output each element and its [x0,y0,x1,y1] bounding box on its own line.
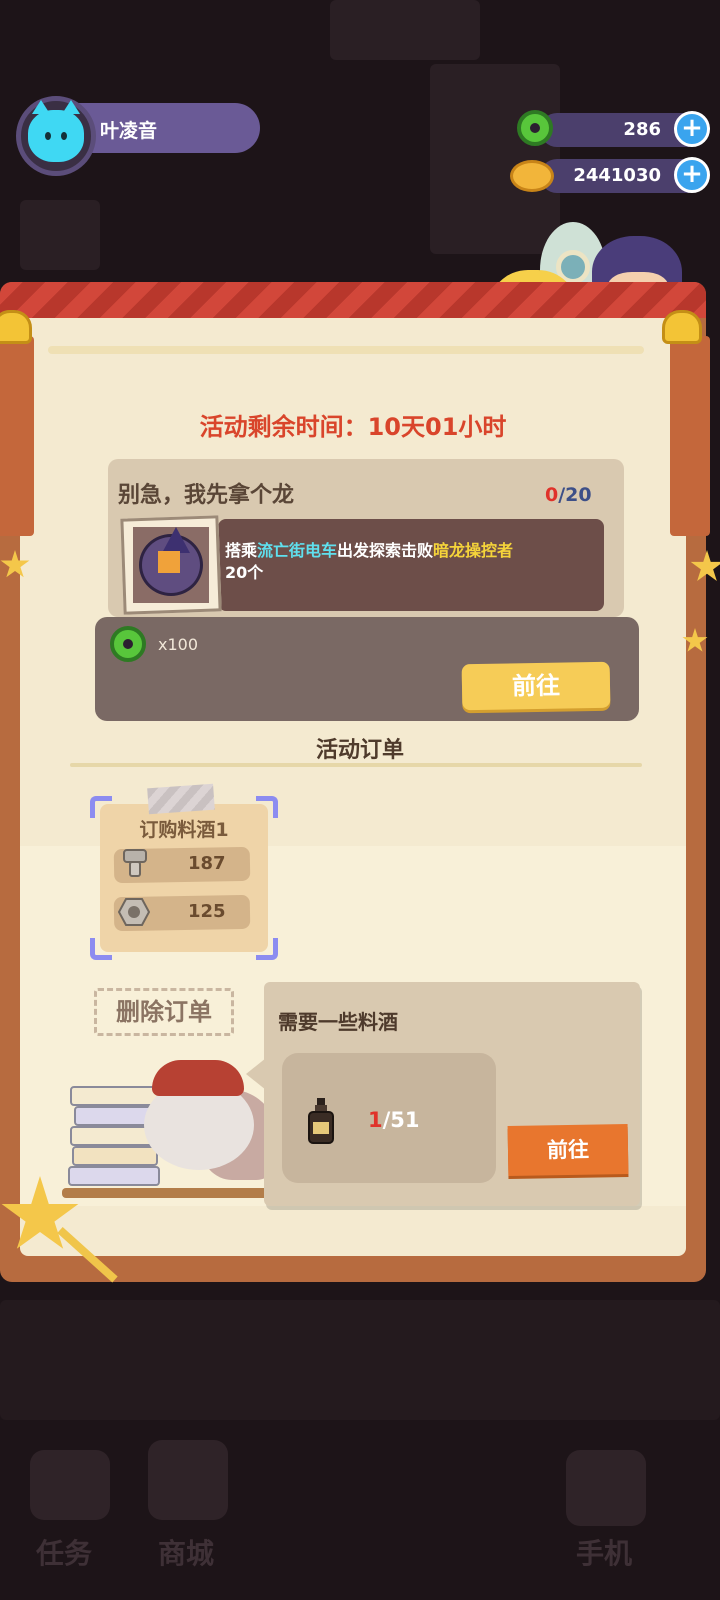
left-bell-icon [0,310,32,344]
order-row-value: 125 [188,901,226,922]
orders-section-title: 活动订单 [315,738,404,763]
task-title: 别急，我先拿个龙 [118,483,295,508]
nut-icon [118,898,150,926]
task-icon [30,1450,110,1520]
background-building [330,0,480,60]
donut-currency-icon [517,110,553,146]
add-donut-button[interactable]: + [674,111,710,147]
donut-amount: 286 [623,119,661,140]
task-progress-total: /20 [558,484,592,506]
coin-amount: 2441030 [573,165,661,186]
order-title: 订购料酒1 [139,819,229,841]
task-description: 搭乘流亡街电车出发探索击败暗龙操控者 20个 [225,540,601,584]
bolt-icon [123,849,147,877]
reward-quantity: x100 [158,635,199,654]
tooltip-item-progress: 1/51 [368,1108,420,1132]
dark-dragon-ghost-icon [139,527,203,596]
selection-corner [256,938,278,960]
task-desc-middle: 出发探索击败 [337,541,434,560]
task-desc-suffix: 20个 [225,563,264,582]
task-desc-enemy: 暗龙操控者 [433,541,514,560]
add-coin-button[interactable]: + [674,157,710,193]
phone-icon [566,1450,646,1526]
order-row-value: 187 [188,853,226,874]
nav-item-tasks[interactable]: 任务 [36,1532,92,1572]
task-desc-prefix: 搭乘 [225,541,258,560]
donut-reward-icon [110,626,146,662]
tooltip-title: 需要一些料酒 [278,1010,398,1034]
background-building [0,1300,720,1420]
tooltip-progress-total: /51 [382,1108,420,1132]
book-stack-icon [72,1146,158,1166]
task-progress-current: 0 [545,484,559,506]
tooltip-goto-button[interactable]: 前往 [507,1123,629,1177]
selection-corner [90,938,112,960]
beret-icon [152,1060,244,1096]
panel-awning [0,282,706,318]
book-stack-icon [70,1086,162,1106]
event-timer: 活动剩余时间：10天01小时 [199,413,507,441]
book-stack-icon [68,1166,160,1186]
delete-order-button[interactable]: 删除订单 [94,988,234,1036]
background-building [430,64,560,254]
panel-top-rule [48,346,644,354]
tooltip-arrow [246,1058,266,1090]
task-desc-place: 流亡街电车 [257,541,338,560]
task-goto-button[interactable]: 前往 [461,661,611,711]
nav-item-shop[interactable]: 商城 [158,1532,214,1572]
section-divider [70,763,642,767]
tooltip-progress-current: 1 [368,1108,383,1132]
background-building [20,200,100,270]
nav-item-phone[interactable]: 手机 [576,1532,632,1572]
shop-icon [148,1440,228,1520]
task-progress: 0/20 [545,484,592,506]
player-avatar-icon [28,100,84,162]
tape-icon [147,783,215,815]
cooking-wine-bottle-icon [308,1098,334,1144]
planet-coin-icon [510,160,554,192]
player-name: 叶凌音 [100,120,158,142]
right-bell-icon [662,310,702,344]
